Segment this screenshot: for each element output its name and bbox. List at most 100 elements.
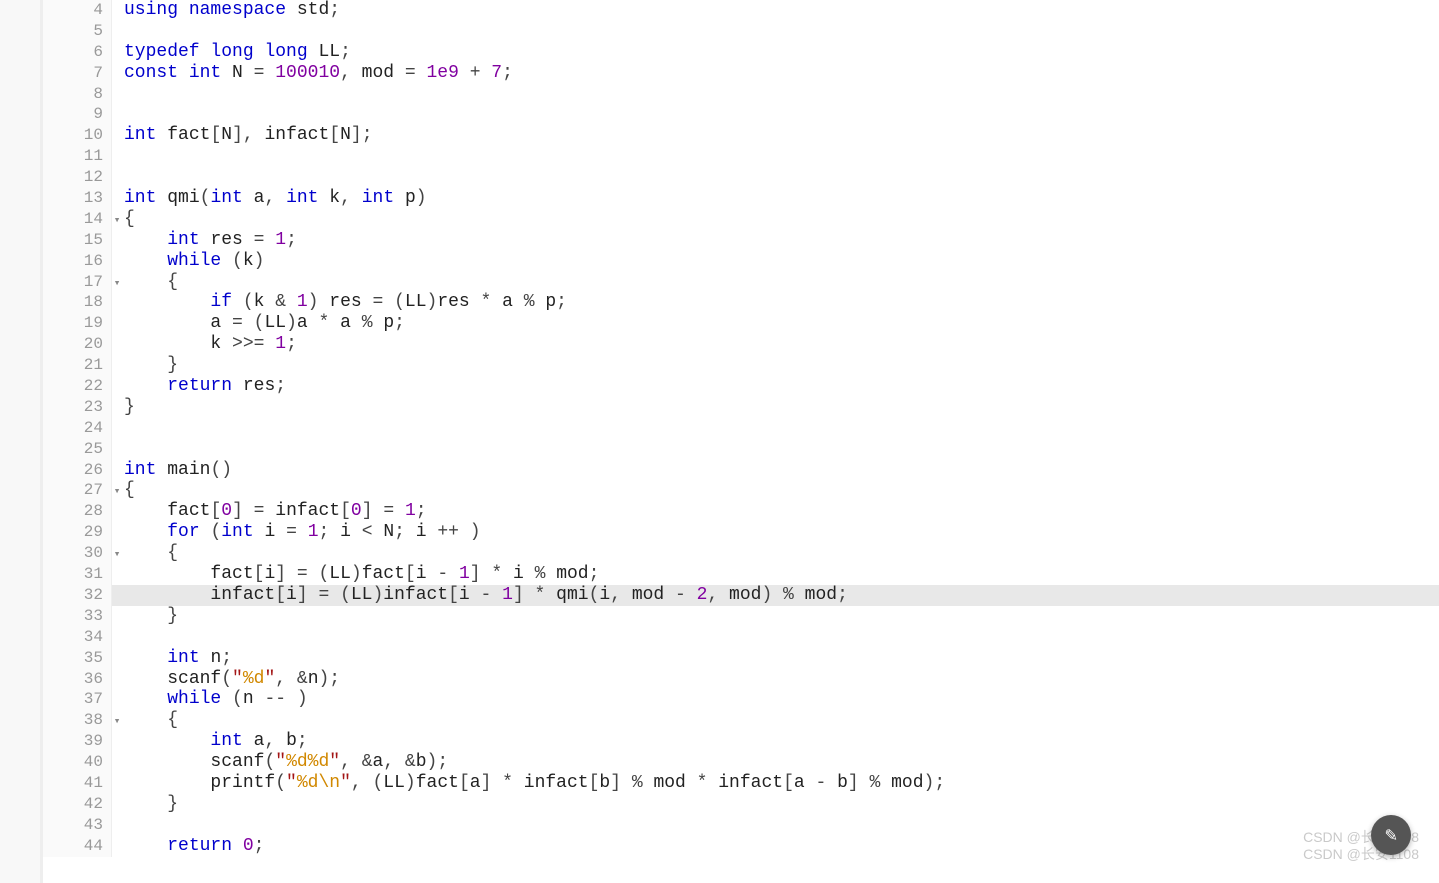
code-line[interactable]: 33 } (43, 606, 1439, 627)
line-number: 41 (43, 773, 112, 794)
code-line[interactable]: 30▾ { (43, 543, 1439, 564)
code-line[interactable]: 28 fact[0] = infact[0] = 1; (43, 501, 1439, 522)
token-id: i (416, 564, 427, 584)
code-content[interactable]: printf("%d\n", (LL)fact[a] * infact[b] %… (122, 773, 1439, 794)
code-content[interactable]: { (122, 209, 1439, 230)
code-line[interactable]: 20 k >>= 1; (43, 334, 1439, 355)
code-line[interactable]: 32 infact[i] = (LL)infact[i - 1] * qmi(i… (43, 585, 1439, 606)
fold-marker[interactable]: ▾ (112, 543, 122, 564)
code-line[interactable]: 6typedef long long LL; (43, 42, 1439, 63)
code-line[interactable]: 24 (43, 418, 1439, 439)
code-line[interactable]: 12 (43, 167, 1439, 188)
code-line[interactable]: 14▾{ (43, 209, 1439, 230)
line-number: 29 (43, 522, 112, 543)
fold-marker[interactable]: ▾ (112, 272, 122, 293)
code-editor[interactable]: 4using namespace std;56typedef long long… (40, 0, 1439, 883)
code-line[interactable]: 11 (43, 146, 1439, 167)
code-line[interactable]: 7const int N = 100010, mod = 1e9 + 7; (43, 63, 1439, 84)
code-content[interactable] (122, 627, 1439, 648)
code-line[interactable]: 43 (43, 815, 1439, 836)
token-kw: for (167, 522, 210, 542)
token-num: 0 (351, 501, 362, 521)
code-content[interactable]: scanf("%d%d", &a, &b); (122, 752, 1439, 773)
scroll-top-button[interactable]: ✎ (1371, 815, 1411, 855)
code-line[interactable]: 27▾{ (43, 480, 1439, 501)
fold-marker[interactable]: ▾ (112, 480, 122, 501)
code-line[interactable]: 41 printf("%d\n", (LL)fact[a] * infact[b… (43, 773, 1439, 794)
fold-marker[interactable]: ▾ (112, 209, 122, 230)
code-content[interactable]: } (122, 355, 1439, 376)
code-content[interactable]: infact[i] = (LL)infact[i - 1] * qmi(i, m… (122, 585, 1439, 606)
code-line[interactable]: 37 while (n -- ) (43, 689, 1439, 710)
code-line[interactable]: 31 fact[i] = (LL)fact[i - 1] * i % mod; (43, 564, 1439, 585)
code-content[interactable] (122, 146, 1439, 167)
code-line[interactable]: 21 } (43, 355, 1439, 376)
code-content[interactable]: const int N = 100010, mod = 1e9 + 7; (122, 63, 1439, 84)
code-content[interactable]: { (122, 272, 1439, 293)
fold-marker[interactable]: ▾ (112, 710, 122, 731)
code-line[interactable]: 22 return res; (43, 376, 1439, 397)
code-content[interactable]: int main() (122, 460, 1439, 481)
code-line[interactable]: 39 int a, b; (43, 731, 1439, 752)
code-content[interactable]: return res; (122, 376, 1439, 397)
code-content[interactable] (122, 104, 1439, 125)
code-content[interactable]: for (int i = 1; i < N; i ++ ) (122, 522, 1439, 543)
code-content[interactable]: fact[0] = infact[0] = 1; (122, 501, 1439, 522)
code-line[interactable]: 38▾ { (43, 710, 1439, 731)
code-content[interactable]: fact[i] = (LL)fact[i - 1] * i % mod; (122, 564, 1439, 585)
code-content[interactable] (122, 815, 1439, 836)
code-line[interactable]: 5 (43, 21, 1439, 42)
code-content[interactable]: scanf("%d", &n); (122, 669, 1439, 690)
code-content[interactable]: { (122, 710, 1439, 731)
code-line[interactable]: 9 (43, 104, 1439, 125)
code-line[interactable]: 36 scanf("%d", &n); (43, 669, 1439, 690)
code-content[interactable]: while (k) (122, 251, 1439, 272)
code-content[interactable]: { (122, 543, 1439, 564)
code-content[interactable]: int res = 1; (122, 230, 1439, 251)
code-content[interactable]: } (122, 397, 1439, 418)
code-content[interactable]: using namespace std; (122, 0, 1439, 21)
code-line[interactable]: 29 for (int i = 1; i < N; i ++ ) (43, 522, 1439, 543)
code-content[interactable]: if (k & 1) res = (LL)res * a % p; (122, 292, 1439, 313)
code-content[interactable]: { (122, 480, 1439, 501)
token-fmt: %d (243, 669, 265, 689)
code-line[interactable]: 25 (43, 439, 1439, 460)
token-op: ( (210, 522, 221, 542)
code-line[interactable]: 42 } (43, 794, 1439, 815)
code-line[interactable]: 16 while (k) (43, 251, 1439, 272)
code-line[interactable]: 35 int n; (43, 648, 1439, 669)
code-content[interactable]: int n; (122, 648, 1439, 669)
code-line[interactable]: 34 (43, 627, 1439, 648)
code-content[interactable] (122, 84, 1439, 105)
code-content[interactable]: int qmi(int a, int k, int p) (122, 188, 1439, 209)
line-number: 25 (43, 439, 112, 460)
code-line[interactable]: 40 scanf("%d%d", &a, &b); (43, 752, 1439, 773)
code-line[interactable]: 17▾ { (43, 272, 1439, 293)
token-op: { (124, 543, 178, 563)
code-content[interactable] (122, 418, 1439, 439)
code-line[interactable]: 13int qmi(int a, int k, int p) (43, 188, 1439, 209)
code-line[interactable]: 44 return 0; (43, 836, 1439, 857)
code-line[interactable]: 18 if (k & 1) res = (LL)res * a % p; (43, 292, 1439, 313)
code-line[interactable]: 4using namespace std; (43, 0, 1439, 21)
code-content[interactable]: k >>= 1; (122, 334, 1439, 355)
code-content[interactable]: while (n -- ) (122, 689, 1439, 710)
code-content[interactable]: typedef long long LL; (122, 42, 1439, 63)
fold-marker (112, 0, 122, 21)
code-line[interactable]: 23} (43, 397, 1439, 418)
code-content[interactable]: } (122, 794, 1439, 815)
code-content[interactable] (122, 439, 1439, 460)
code-line[interactable]: 8 (43, 84, 1439, 105)
code-content[interactable]: int a, b; (122, 731, 1439, 752)
code-line[interactable]: 26int main() (43, 460, 1439, 481)
code-line[interactable]: 19 a = (LL)a * a % p; (43, 313, 1439, 334)
code-line[interactable]: 15 int res = 1; (43, 230, 1439, 251)
code-content[interactable] (122, 21, 1439, 42)
code-content[interactable]: a = (LL)a * a % p; (122, 313, 1439, 334)
code-line[interactable]: 10int fact[N], infact[N]; (43, 125, 1439, 146)
code-content[interactable]: } (122, 606, 1439, 627)
code-content[interactable]: return 0; (122, 836, 1439, 857)
code-content[interactable] (122, 167, 1439, 188)
code-content[interactable]: int fact[N], infact[N]; (122, 125, 1439, 146)
line-number: 33 (43, 606, 112, 627)
